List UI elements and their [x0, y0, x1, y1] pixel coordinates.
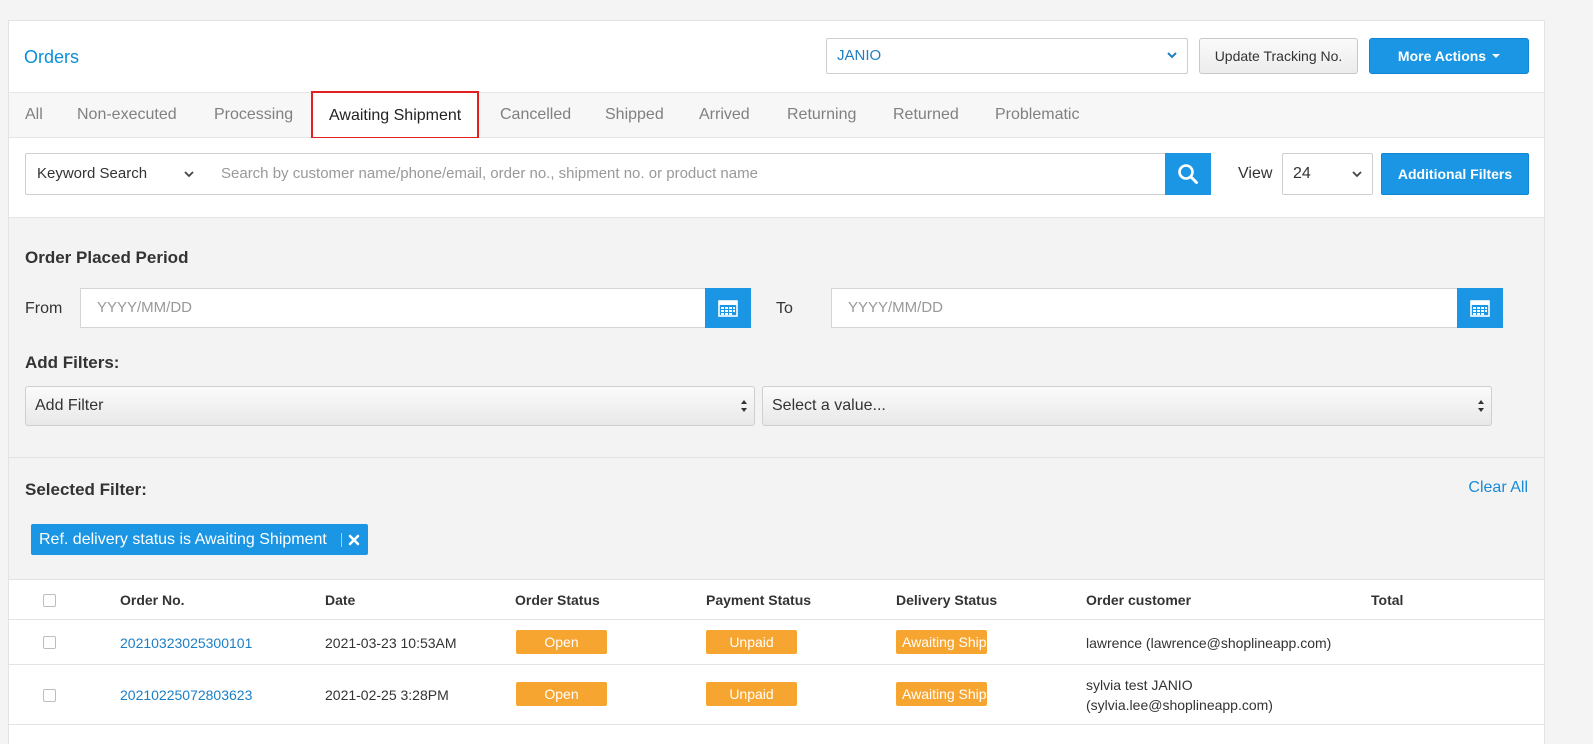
tab-returned[interactable]: Returned: [893, 93, 959, 138]
view-count-select[interactable]: 24: [1282, 153, 1373, 195]
filter-chip: Ref. delivery status is Awaiting Shipmen…: [31, 524, 368, 555]
order-date: 2021-02-25 3:28PM: [325, 687, 449, 703]
col-date[interactable]: Date: [325, 592, 355, 608]
search-input[interactable]: Search by customer name/phone/email, ord…: [206, 153, 1166, 195]
status-tabs: All Non-executed Processing Awaiting Shi…: [9, 91, 1544, 139]
selected-filter-heading: Selected Filter:: [25, 480, 147, 499]
clear-all-link[interactable]: Clear All: [1468, 479, 1528, 497]
table-row[interactable]: 20210225072803623 2021-02-25 3:28PM Open…: [9, 665, 1544, 725]
chevron-down-icon: [1167, 52, 1177, 59]
to-calendar-button[interactable]: [1457, 288, 1503, 328]
search-bar: Keyword Search Search by customer name/p…: [9, 138, 1544, 218]
selected-filter-panel: Selected Filter: Clear All Ref. delivery…: [9, 458, 1544, 580]
select-all-checkbox[interactable]: [43, 594, 56, 607]
from-label: From: [25, 300, 63, 317]
tab-arrived[interactable]: Arrived: [699, 93, 750, 138]
filter-value-placeholder: Select a value...: [772, 397, 886, 414]
from-date-input[interactable]: YYYY/MM/DD: [80, 288, 706, 328]
updown-arrows-icon: [741, 400, 747, 412]
tab-returning[interactable]: Returning: [787, 93, 856, 138]
filter-value-select[interactable]: Select a value...: [762, 386, 1492, 426]
delivery-status-badge: Awaiting Shipment: [896, 630, 987, 654]
col-payment-status[interactable]: Payment Status: [706, 592, 811, 608]
filter-chip-label: Ref. delivery status is Awaiting Shipmen…: [39, 530, 327, 548]
order-status-badge: Open: [516, 630, 607, 654]
row-checkbox[interactable]: [43, 636, 56, 649]
search-button[interactable]: [1165, 153, 1211, 195]
view-label: View: [1238, 165, 1273, 182]
order-customer-name: sylvia test JANIO: [1086, 677, 1193, 693]
view-count-value: 24: [1293, 165, 1311, 182]
tab-cancelled[interactable]: Cancelled: [500, 93, 571, 138]
tab-shipped[interactable]: Shipped: [605, 93, 664, 138]
col-delivery-status[interactable]: Delivery Status: [896, 592, 997, 608]
tab-all[interactable]: All: [25, 93, 43, 138]
order-customer: lawrence (lawrence@shoplineapp.com): [1086, 635, 1332, 651]
search-type-value: Keyword Search: [37, 165, 148, 182]
close-icon[interactable]: [348, 534, 360, 546]
calendar-icon: [1470, 300, 1490, 317]
tab-non-executed[interactable]: Non-executed: [77, 93, 177, 138]
more-actions-label: More Actions: [1397, 48, 1487, 64]
to-date-input[interactable]: YYYY/MM/DD: [831, 288, 1458, 328]
table-header: Order No. Date Order Status Payment Stat…: [9, 580, 1544, 620]
carrier-select-value: JANIO: [837, 47, 882, 64]
tab-problematic[interactable]: Problematic: [995, 93, 1079, 138]
order-period-heading: Order Placed Period: [25, 248, 189, 267]
table-row[interactable]: 20210323025300101 2021-03-23 10:53AM Ope…: [9, 620, 1544, 665]
additional-filters-button[interactable]: Additional Filters: [1381, 153, 1529, 195]
delivery-status-badge: Awaiting Shipment: [896, 682, 987, 706]
chevron-down-icon: [1352, 171, 1362, 178]
order-date: 2021-03-23 10:53AM: [325, 635, 457, 651]
updown-arrows-icon: [1478, 400, 1484, 412]
row-checkbox[interactable]: [43, 689, 56, 702]
search-icon: [1178, 164, 1198, 184]
orders-panel: Orders JANIO Update Tracking No. More Ac…: [8, 20, 1545, 744]
tab-awaiting-shipment[interactable]: Awaiting Shipment: [311, 91, 480, 139]
payment-status-badge: Unpaid: [706, 682, 797, 706]
chip-divider: [340, 532, 342, 547]
col-order-no[interactable]: Order No.: [120, 592, 185, 608]
tab-processing[interactable]: Processing: [214, 93, 293, 138]
col-total[interactable]: Total: [1371, 592, 1403, 608]
page-title: Orders: [24, 47, 80, 67]
update-tracking-button[interactable]: Update Tracking No.: [1199, 38, 1358, 74]
calendar-icon: [718, 300, 738, 317]
from-calendar-button[interactable]: [705, 288, 751, 328]
order-status-badge: Open: [516, 682, 607, 706]
more-actions-button[interactable]: More Actions: [1369, 38, 1529, 74]
to-label: To: [776, 300, 793, 317]
chevron-down-icon: [184, 171, 194, 178]
search-type-select[interactable]: Keyword Search: [25, 153, 207, 195]
order-customer-email: (sylvia.lee@shoplineapp.com): [1086, 697, 1273, 713]
col-order-status[interactable]: Order Status: [515, 592, 600, 608]
add-filter-value: Add Filter: [35, 397, 104, 414]
order-number-link[interactable]: 20210323025300101: [120, 635, 252, 651]
payment-status-badge: Unpaid: [706, 630, 797, 654]
caret-down-icon: [1492, 54, 1501, 58]
order-number-link[interactable]: 20210225072803623: [120, 687, 252, 703]
filter-panel: Order Placed Period From YYYY/MM/DD To Y…: [9, 218, 1544, 458]
page-header: Orders JANIO Update Tracking No. More Ac…: [9, 21, 1544, 93]
add-filters-heading: Add Filters:: [25, 353, 120, 372]
carrier-select[interactable]: JANIO: [826, 38, 1188, 74]
col-order-customer[interactable]: Order customer: [1086, 592, 1191, 608]
add-filter-select[interactable]: Add Filter: [25, 386, 755, 426]
